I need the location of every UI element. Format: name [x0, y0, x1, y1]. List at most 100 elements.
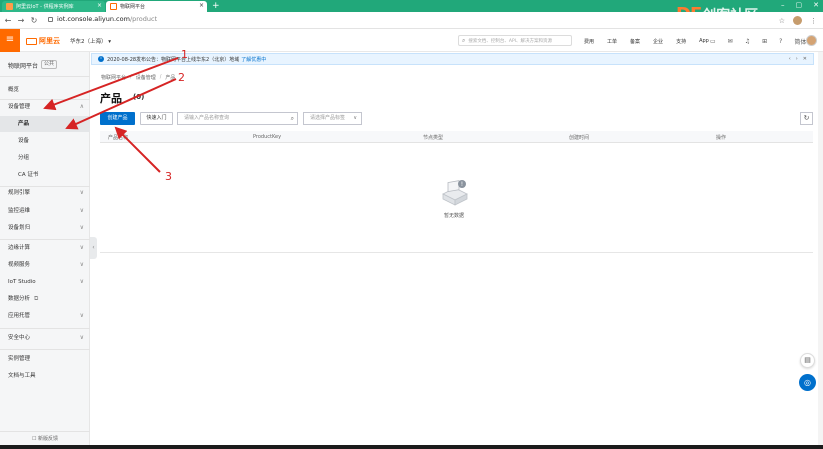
- sidebar-item-device-assign[interactable]: 设备划归 ∨: [0, 220, 90, 236]
- chevron-down-icon: ∨: [79, 207, 84, 214]
- sidebar-item-label: 安全中心: [8, 335, 31, 341]
- next-icon[interactable]: ›: [796, 56, 798, 62]
- close-tab-icon[interactable]: ×: [199, 2, 204, 9]
- search-icon: ⌕: [462, 36, 466, 44]
- refresh-button[interactable]: ↻: [800, 112, 813, 125]
- sidebar: 物联网平台 公共 概览 设备管理 ∧ 产品 设备 分组 CA 证书 规则引擎 ∨ 监…: [0, 52, 90, 445]
- empty-text: 暂无数据: [444, 213, 465, 219]
- notice-text: 2020-08-28发布公告：物联网平台上线华东2（北京）地域: [107, 56, 240, 63]
- chevron-up-icon: ∧: [79, 103, 84, 110]
- close-window-icon[interactable]: ✕: [813, 1, 819, 9]
- sidebar-item-monitoring[interactable]: 监控运维 ∨: [0, 203, 90, 219]
- nav-support[interactable]: 支持: [676, 38, 686, 45]
- sidebar-item-device[interactable]: 设备: [0, 133, 90, 149]
- nav-enterprise[interactable]: 企业: [653, 38, 663, 45]
- url-host: iot.console.aliyun.com: [57, 15, 130, 23]
- search-icon[interactable]: ⌕: [291, 113, 294, 124]
- language-switch[interactable]: 简体: [794, 37, 806, 46]
- sidebar-item-label: 边缘计算: [8, 245, 31, 251]
- sidebar-item-label: 设备管理: [8, 104, 31, 110]
- menu-icon[interactable]: ⋮: [810, 17, 817, 25]
- message-icon[interactable]: ✉: [728, 38, 733, 45]
- favicon-icon: [110, 3, 117, 10]
- help-icon[interactable]: ?: [779, 38, 782, 45]
- sidebar-item-label: 概览: [8, 87, 20, 93]
- browser-tab-2[interactable]: 物联网平台 ×: [106, 1, 207, 12]
- chat-button[interactable]: ▤: [800, 353, 815, 368]
- sidebar-item-device-management[interactable]: 设备管理 ∧: [0, 99, 90, 115]
- new-tab-button[interactable]: +: [212, 1, 220, 11]
- sidebar-item-edge[interactable]: 边缘计算 ∨: [0, 240, 90, 256]
- sidebar-item-rules[interactable]: 规则引擎 ∨: [0, 185, 90, 201]
- quick-start-button[interactable]: 快速入门: [140, 112, 173, 125]
- sidebar-item-label: 应用托管: [8, 313, 31, 319]
- sidebar-item-label: 设备: [18, 138, 30, 144]
- empty-state: ! 暂无数据: [100, 143, 813, 253]
- sidebar-item-instances[interactable]: 实例管理: [0, 351, 90, 367]
- region-selector[interactable]: 华东2（上海） ▾: [70, 37, 111, 45]
- forward-icon[interactable]: →: [16, 16, 26, 25]
- close-icon[interactable]: ✕: [803, 56, 807, 62]
- sidebar-item-product[interactable]: 产品: [0, 116, 90, 132]
- url-path: /product: [129, 15, 158, 23]
- nav-beian[interactable]: 备案: [630, 38, 640, 45]
- product-search-input[interactable]: 请输入产品名称查询 ⌕: [177, 112, 298, 125]
- sidebar-item-video[interactable]: 视频服务 ∨: [0, 257, 90, 273]
- chevron-down-icon: ∨: [79, 334, 84, 341]
- sidebar-item-security[interactable]: 安全中心 ∨: [0, 330, 90, 346]
- assistant-button[interactable]: ◎: [799, 374, 816, 391]
- hamburger-icon[interactable]: ≡: [0, 29, 20, 52]
- sidebar-item-label: 规则引擎: [8, 190, 31, 196]
- table-header: 产品名称 ProductKey 节点类型 创建时间 操作: [100, 131, 813, 143]
- close-tab-icon[interactable]: ×: [97, 2, 102, 9]
- sidebar-item-label: 视频服务: [8, 262, 31, 268]
- chevron-down-icon: ∨: [79, 278, 84, 285]
- user-avatar[interactable]: [806, 35, 817, 46]
- sidebar-item-label: CA 证书: [18, 172, 39, 178]
- back-icon[interactable]: ←: [3, 16, 13, 25]
- bell-icon[interactable]: ♫: [745, 38, 750, 45]
- prev-icon[interactable]: ‹: [789, 56, 791, 62]
- instance-badge[interactable]: 公共: [41, 60, 58, 69]
- chevron-down-icon: ∨: [353, 115, 357, 121]
- sidebar-item-docs-tools[interactable]: 文档与工具: [0, 368, 90, 384]
- breadcrumb-item[interactable]: 设备管理: [136, 74, 156, 81]
- nav-app[interactable]: App: [699, 38, 709, 45]
- aliyun-logo[interactable]: 阿里云: [26, 36, 60, 46]
- external-link-icon: ⧉: [34, 295, 39, 302]
- nav-fee[interactable]: 费用: [584, 38, 594, 45]
- sidebar-item-iot-studio[interactable]: IoT Studio ∨: [0, 274, 90, 290]
- star-icon[interactable]: ☆: [779, 17, 785, 25]
- profile-avatar[interactable]: [793, 16, 802, 25]
- empty-box-icon: !: [442, 180, 468, 206]
- url-field[interactable]: iot.console.aliyun.com/product: [48, 15, 157, 23]
- feedback-link[interactable]: ☐ 新版反馈: [0, 431, 90, 445]
- page-scrollbar[interactable]: [818, 52, 823, 445]
- cart-icon[interactable]: ⊞: [762, 38, 767, 45]
- sidebar-item-data-analysis[interactable]: 数据分析 ⧉: [0, 291, 90, 307]
- address-bar: ← → ↻ iot.console.aliyun.com/product ☆ ⋮: [0, 12, 823, 29]
- notice-link[interactable]: 了解优惠中: [241, 56, 266, 63]
- region-label: 华东2（上海）: [70, 39, 107, 45]
- maximize-icon[interactable]: ▢: [796, 1, 803, 9]
- console-search-input[interactable]: ⌕ 搜索文档、控制台、API、解决方案和资源: [458, 35, 572, 46]
- create-product-button[interactable]: 创建产品: [100, 112, 135, 125]
- annotation-label-1: 1: [181, 48, 188, 61]
- nav-ticket[interactable]: 工单: [607, 38, 617, 45]
- reload-icon[interactable]: ↻: [29, 16, 39, 25]
- column-header: 创建时间: [569, 135, 590, 141]
- breadcrumb-item[interactable]: 物联网平台: [101, 74, 126, 81]
- browser-tab-1[interactable]: 阿里云IoT - 供程序实例库 ×: [2, 1, 105, 12]
- tag-select[interactable]: 请选择产品标签 ∨: [303, 112, 362, 125]
- annotation-label-3: 3: [165, 170, 172, 183]
- info-icon: i: [98, 56, 104, 62]
- column-header: 节点类型: [423, 135, 444, 141]
- sidebar-collapse-handle[interactable]: ‹: [90, 237, 97, 259]
- browser-actions: ☆ ⋮: [779, 16, 817, 25]
- sidebar-item-overview[interactable]: 概览: [0, 82, 90, 98]
- cloudshell-icon[interactable]: ▭: [710, 38, 716, 45]
- sidebar-item-app-hosting[interactable]: 应用托管 ∨: [0, 308, 90, 324]
- tab-label: 阿里云IoT - 供程序实例库: [16, 4, 74, 10]
- sidebar-item-group[interactable]: 分组: [0, 150, 90, 166]
- sidebar-item-ca-cert[interactable]: CA 证书: [0, 167, 90, 183]
